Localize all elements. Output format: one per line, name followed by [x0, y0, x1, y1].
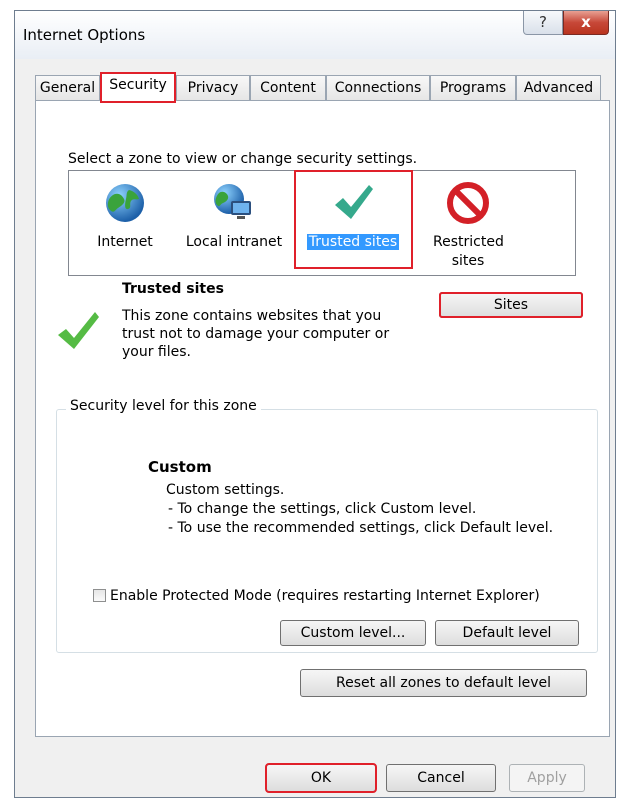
zone-label: Restricted sites	[433, 234, 504, 269]
level-line: Custom settings.	[166, 482, 285, 498]
security-level-label: Security level for this zone	[66, 398, 261, 414]
cancel-button[interactable]: Cancel	[386, 764, 496, 792]
zone-label: Internet	[97, 234, 153, 250]
zone-label: Local intranet	[185, 234, 283, 250]
intranet-globe-icon	[214, 184, 251, 219]
internet-options-dialog: Internet Options ? x General Security Pr…	[14, 10, 616, 798]
level-line: - To use the recommended settings, click…	[168, 520, 554, 536]
tab-programs[interactable]: Programs	[430, 75, 516, 101]
default-level-button[interactable]: Default level	[435, 620, 579, 646]
zone-prompt: Select a zone to view or change security…	[68, 151, 418, 167]
title-bar: Internet Options ? x	[15, 11, 615, 59]
security-tab-panel: Select a zone to view or change security…	[35, 100, 610, 737]
zone-info-description: This zone contains websites that you tru…	[122, 308, 390, 360]
tab-connections[interactable]: Connections	[326, 75, 430, 101]
globe-icon	[106, 184, 144, 222]
level-line: - To change the settings, click Custom l…	[168, 501, 477, 517]
tab-advanced[interactable]: Advanced	[516, 75, 601, 101]
tab-security[interactable]: Security	[100, 72, 176, 103]
trusted-checkmark-icon	[58, 312, 99, 349]
custom-level-button[interactable]: Custom level...	[280, 620, 426, 646]
protected-mode-row[interactable]: Enable Protected Mode (requires restarti…	[93, 588, 540, 604]
reset-all-zones-button[interactable]: Reset all zones to default level	[300, 669, 587, 697]
tab-general[interactable]: General	[35, 75, 100, 101]
selected-zone-highlight	[294, 170, 413, 269]
zone-list: Internet Local intranet Trusted sites Re…	[68, 170, 576, 276]
ok-button[interactable]: OK	[265, 763, 377, 793]
window-title: Internet Options	[23, 26, 146, 44]
sites-button[interactable]: Sites	[439, 292, 583, 318]
tab-privacy[interactable]: Privacy	[176, 75, 250, 101]
help-button[interactable]: ?	[523, 11, 563, 35]
close-button[interactable]: x	[563, 11, 609, 35]
security-level-name: Custom	[148, 458, 212, 476]
security-level-description: Custom settings. - To change the setting…	[166, 481, 553, 538]
tab-content[interactable]: Content	[250, 75, 326, 101]
protected-mode-label: Enable Protected Mode (requires restarti…	[110, 588, 540, 604]
zone-info-title: Trusted sites	[122, 281, 224, 297]
apply-button[interactable]: Apply	[509, 764, 585, 792]
no-entry-icon	[447, 182, 489, 224]
protected-mode-checkbox[interactable]	[93, 589, 106, 602]
